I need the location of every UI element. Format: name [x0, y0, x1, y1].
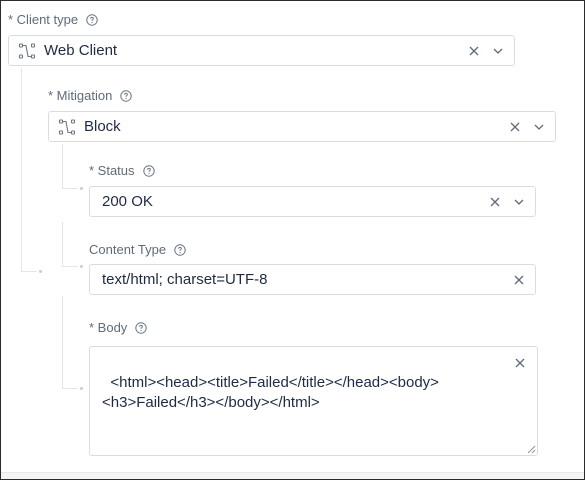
mitigation-label-text: * Mitigation [48, 88, 113, 103]
tree-line [62, 222, 63, 267]
content-type-value: text/html; charset=UTF-8 [102, 271, 268, 288]
tree-line [21, 68, 22, 272]
tree-line [62, 296, 63, 388]
status-label: * Status [89, 163, 155, 179]
resize-handle-icon[interactable] [527, 445, 536, 454]
client-type-label: * Client type [8, 12, 98, 28]
help-icon[interactable] [86, 14, 98, 26]
mitigation-value: Block [84, 118, 121, 135]
mitigation-label: * Mitigation [48, 88, 133, 104]
status-label-text: * Status [89, 163, 135, 178]
client-type-select[interactable]: Web Client [8, 35, 515, 66]
body-label-text: * Body [89, 320, 128, 335]
status-value: 200 OK [102, 193, 153, 210]
tree-line [62, 266, 78, 267]
tree-line [21, 271, 37, 272]
content-type-label: Content Type [89, 242, 186, 258]
help-icon[interactable] [120, 90, 133, 102]
help-icon[interactable] [142, 165, 155, 177]
content-type-input[interactable]: text/html; charset=UTF-8 [89, 264, 536, 295]
tree-dot [39, 270, 42, 273]
tree-line [62, 144, 63, 188]
body-textarea[interactable]: <html><head><title>Failed</title></head>… [89, 346, 538, 456]
content-type-label-text: Content Type [89, 242, 167, 257]
tree-line [62, 388, 78, 389]
client-type-label-text: * Client type [8, 12, 79, 27]
help-icon[interactable] [135, 322, 148, 334]
mitigation-select[interactable]: Block [48, 111, 556, 142]
status-select[interactable]: 200 OK [89, 186, 536, 217]
clear-icon[interactable] [508, 120, 522, 134]
panel-footer-strip [1, 472, 584, 479]
body-label: * Body [89, 320, 148, 336]
client-type-value: Web Client [44, 42, 118, 59]
clear-icon[interactable] [512, 273, 526, 287]
clear-icon[interactable] [513, 356, 527, 370]
tree-line [62, 188, 78, 189]
help-icon[interactable] [174, 244, 186, 256]
tree-dot [80, 187, 83, 190]
tree-dot [80, 387, 83, 390]
tree-dot [80, 265, 83, 268]
chevron-down-icon[interactable] [491, 44, 505, 58]
chevron-down-icon[interactable] [512, 195, 526, 209]
route-icon [58, 118, 76, 135]
chevron-down-icon[interactable] [532, 120, 546, 134]
clear-icon[interactable] [467, 44, 481, 58]
route-icon [18, 42, 36, 59]
clear-icon[interactable] [488, 195, 502, 209]
body-value: <html><head><title>Failed</title></head>… [102, 374, 439, 411]
